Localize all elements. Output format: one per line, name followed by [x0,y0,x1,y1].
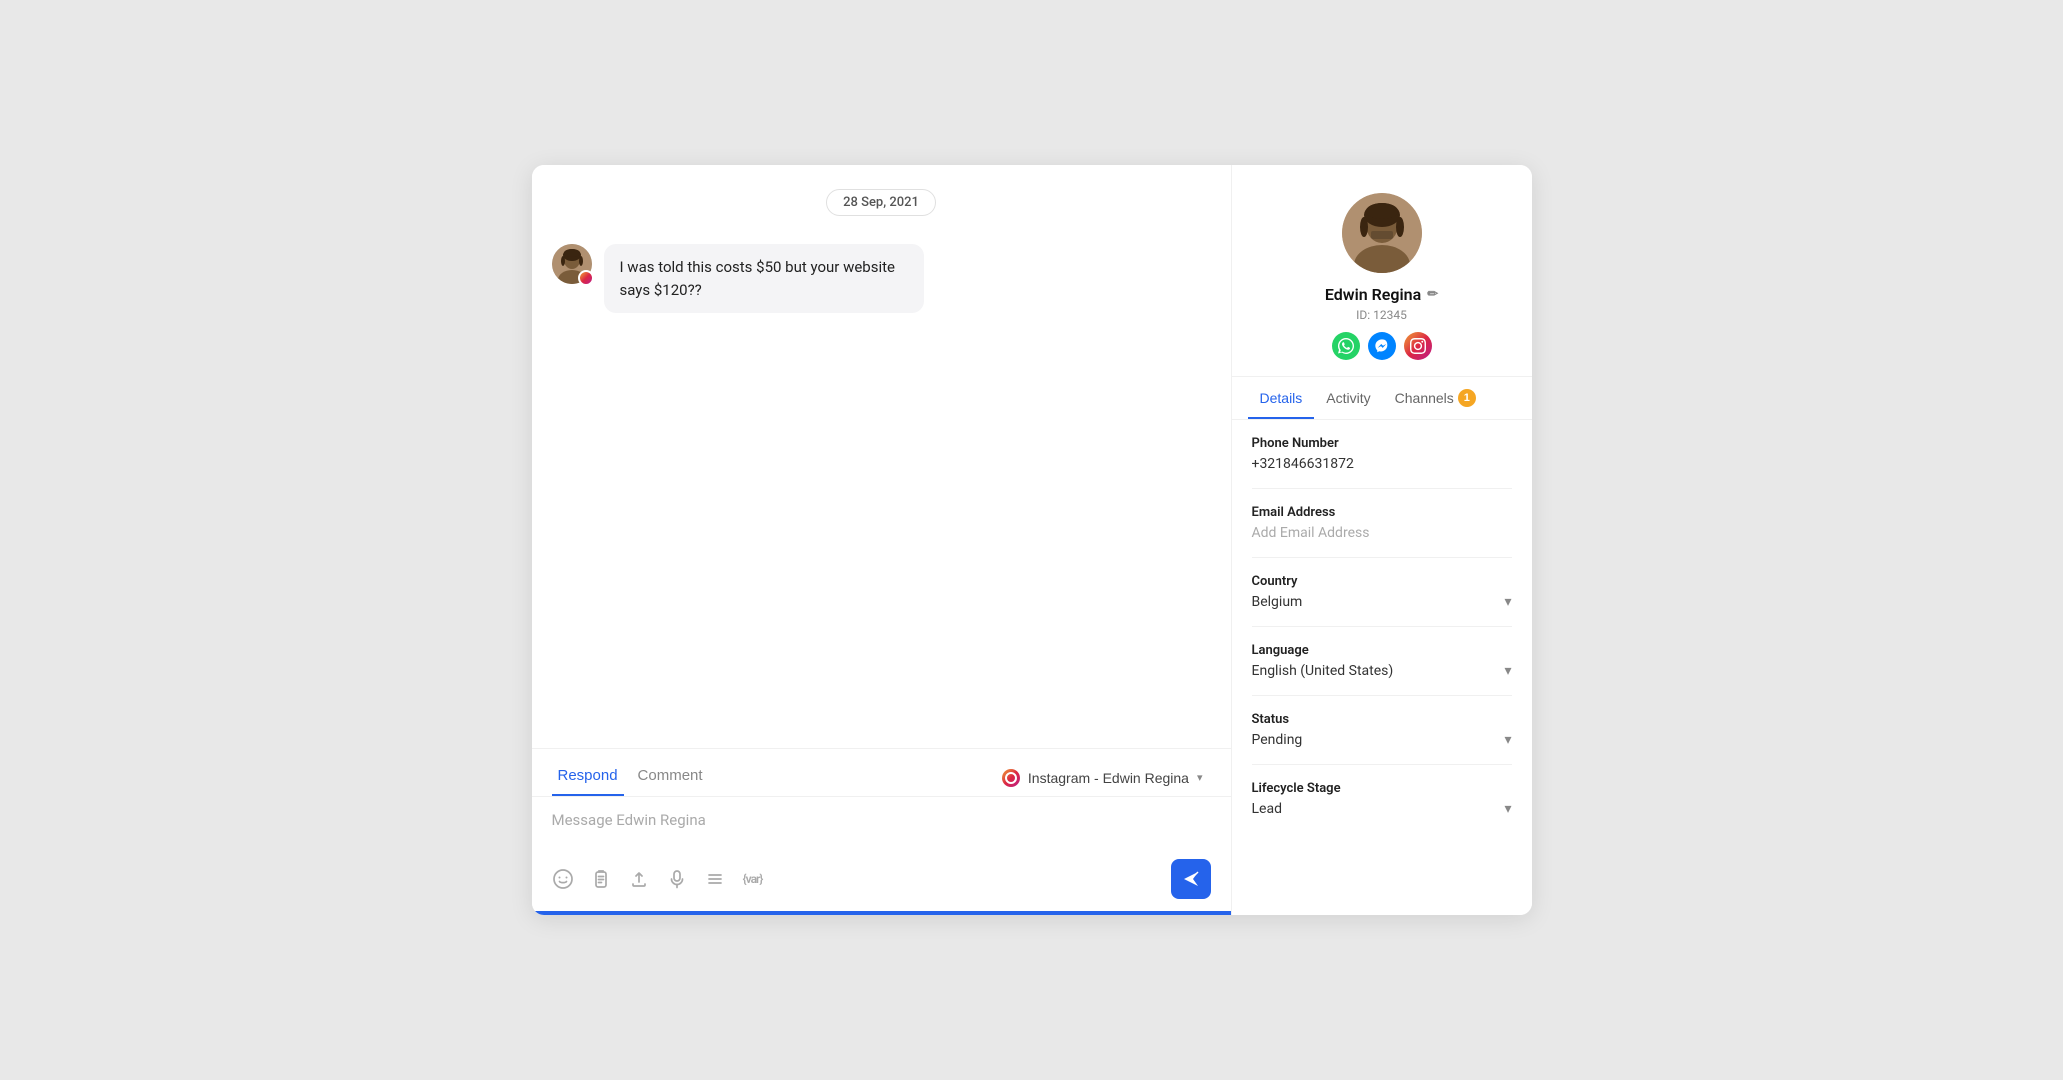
email-placeholder[interactable]: Add Email Address [1252,525,1512,541]
instagram-channel-badge [578,270,594,286]
tab-channels[interactable]: Channels 1 [1383,377,1488,419]
chevron-down-icon: ▾ [1197,771,1203,784]
instagram-icon[interactable] [1404,332,1432,360]
country-chevron-icon: ▾ [1504,594,1511,610]
channel-selector[interactable]: Instagram - Edwin Regina ▾ [994,765,1211,791]
status-chevron-icon: ▾ [1504,732,1511,748]
blue-bottom-line [532,911,1231,915]
status-field: Status Pending ▾ [1252,712,1512,765]
toolbar-icons: {var} [552,868,764,890]
chat-messages: 28 Sep, 2021 [532,165,1231,748]
channels-badge: 1 [1458,389,1476,407]
clipboard-icon[interactable] [590,868,612,890]
lifecycle-chevron-icon: ▾ [1504,801,1511,817]
mic-icon[interactable] [666,868,688,890]
message-bubble: I was told this costs $50 but your websi… [604,244,924,313]
right-tabs: Details Activity Channels 1 [1232,377,1532,420]
status-label: Status [1252,712,1512,727]
country-label: Country [1252,574,1512,589]
main-container: 28 Sep, 2021 [532,165,1532,915]
upload-icon[interactable] [628,868,650,890]
lifecycle-field: Lifecycle Stage Lead ▾ [1252,781,1512,833]
status-select[interactable]: Pending ▾ [1252,732,1512,748]
language-select[interactable]: English (United States) ▾ [1252,663,1512,679]
status-value: Pending [1252,732,1303,748]
details-section: Phone Number +321846631872 Email Address… [1232,420,1532,915]
edit-icon[interactable]: ✏ [1427,287,1438,302]
phone-number-label: Phone Number [1252,436,1512,451]
tab-details[interactable]: Details [1248,377,1315,419]
channel-icons-row [1332,332,1432,360]
language-label: Language [1252,643,1512,658]
language-value: English (United States) [1252,663,1394,679]
country-field: Country Belgium ▾ [1252,574,1512,627]
contact-name: Edwin Regina [1325,285,1421,304]
emoji-icon[interactable] [552,868,574,890]
language-field: Language English (United States) ▾ [1252,643,1512,696]
lifecycle-value: Lead [1252,801,1282,817]
channel-selector-label: Instagram - Edwin Regina [1028,770,1189,786]
country-value: Belgium [1252,594,1303,610]
tab-activity[interactable]: Activity [1314,377,1382,419]
phone-number-field: Phone Number +321846631872 [1252,436,1512,489]
right-panel: Edwin Regina ✏ ID: 12345 Details Activit… [1232,165,1532,915]
contact-avatar-large [1342,193,1422,273]
whatsapp-icon[interactable] [1332,332,1360,360]
tab-respond[interactable]: Respond [552,759,624,796]
date-badge: 28 Sep, 2021 [826,189,936,216]
contact-name-row: Edwin Regina ✏ [1325,285,1438,304]
chat-panel: 28 Sep, 2021 [532,165,1232,915]
compose-area: Respond Comment Instagram - Edwin Regina… [532,748,1231,915]
variable-icon[interactable]: {var} [742,868,764,890]
country-select[interactable]: Belgium ▾ [1252,594,1512,610]
tab-comment[interactable]: Comment [632,759,709,796]
list-icon[interactable] [704,868,726,890]
contact-header: Edwin Regina ✏ ID: 12345 [1232,165,1532,377]
lifecycle-label: Lifecycle Stage [1252,781,1512,796]
lifecycle-select[interactable]: Lead ▾ [1252,801,1512,817]
language-chevron-icon: ▾ [1504,663,1511,679]
compose-toolbar: {var} [532,851,1231,911]
contact-id: ID: 12345 [1356,308,1407,322]
send-button[interactable] [1171,859,1211,899]
compose-tabs: Respond Comment Instagram - Edwin Regina… [532,749,1231,797]
message-row: I was told this costs $50 but your websi… [552,244,1211,313]
compose-tab-group: Respond Comment [552,759,709,796]
email-field: Email Address Add Email Address [1252,505,1512,558]
compose-input-area: Message Edwin Regina [532,797,1231,851]
instagram-channel-icon [1002,769,1020,787]
contact-avatar-small [552,244,592,284]
compose-input[interactable]: Message Edwin Regina [552,811,1211,843]
messenger-icon[interactable] [1368,332,1396,360]
phone-number-value: +321846631872 [1252,456,1512,472]
email-label: Email Address [1252,505,1512,520]
